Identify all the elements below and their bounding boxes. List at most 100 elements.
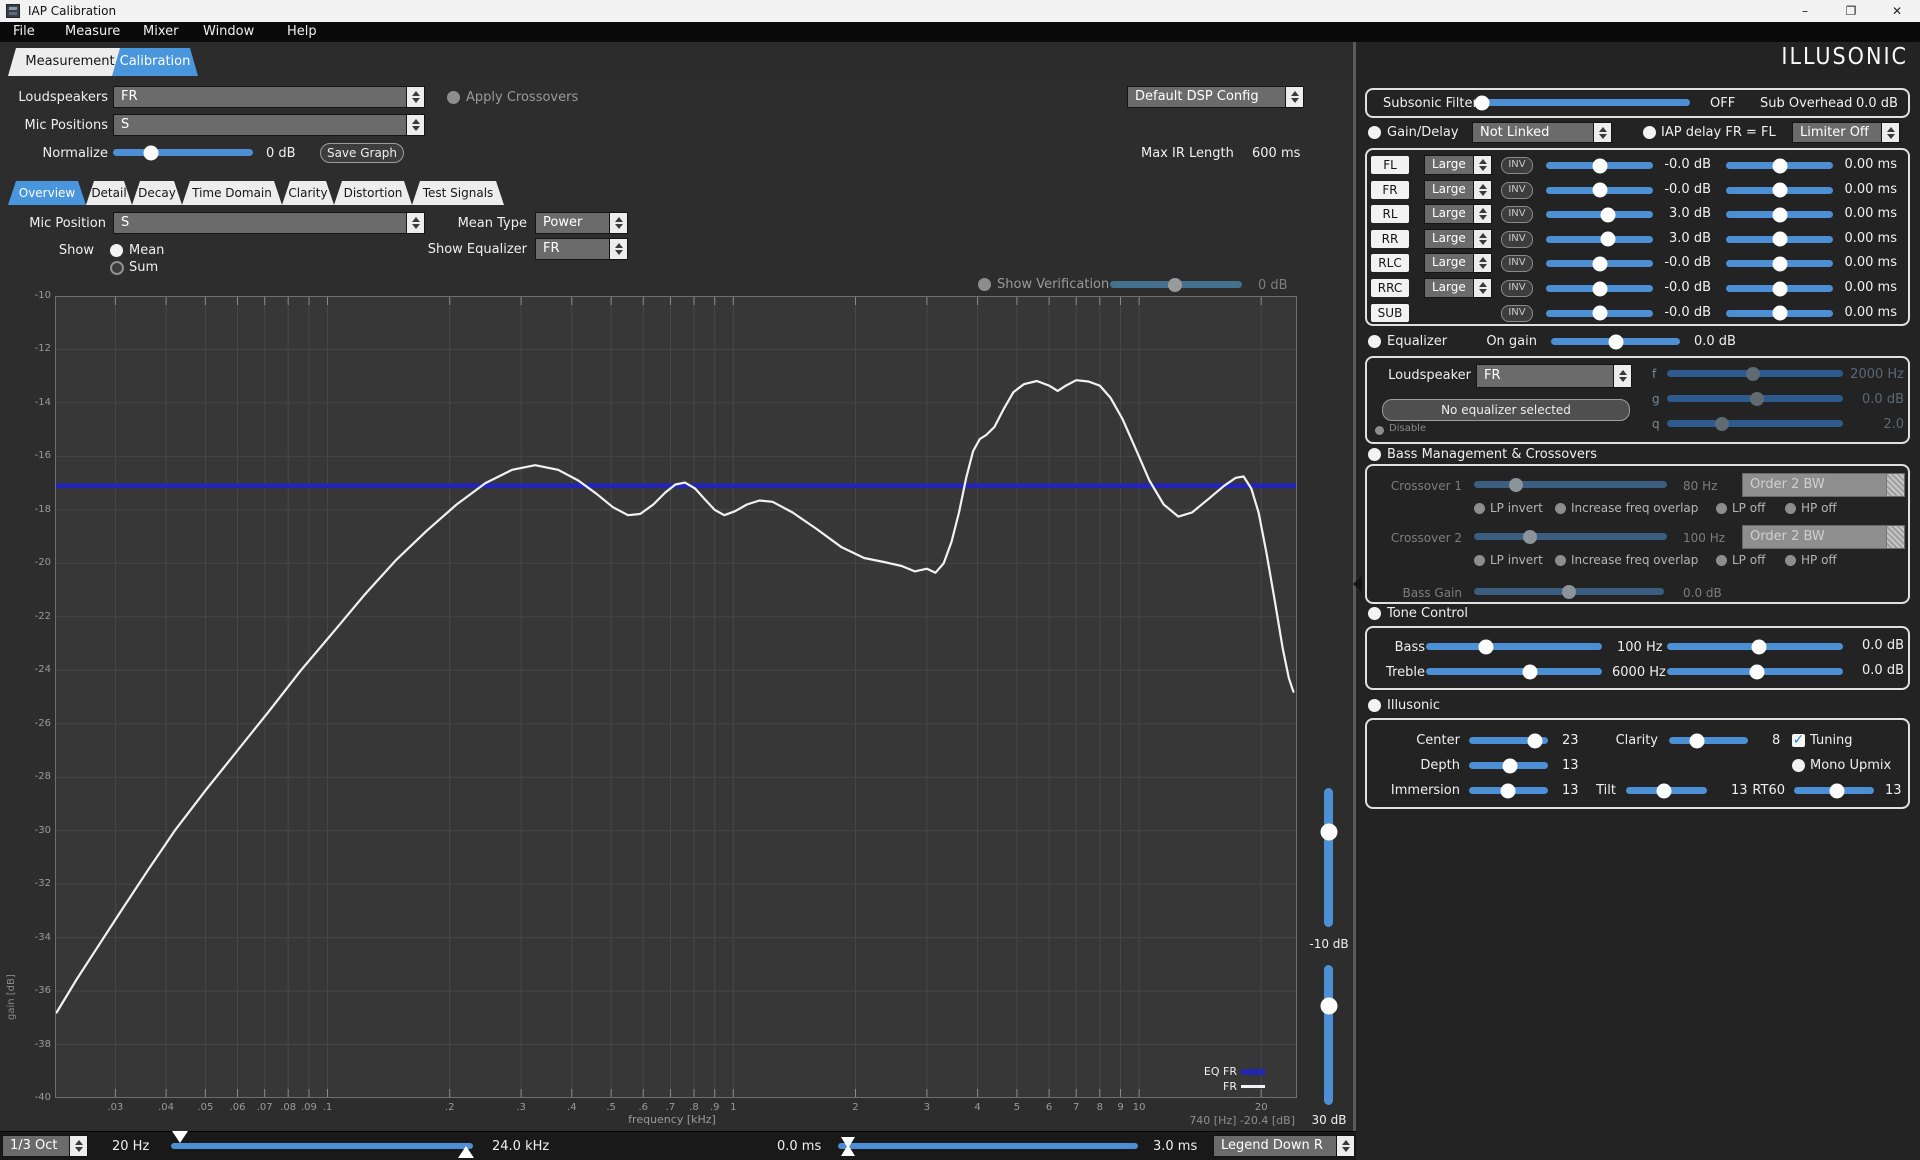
freq-range-min-handle[interactable] [172,1131,188,1143]
bass-gain-slider[interactable] [1474,584,1664,599]
delay-slider[interactable] [1726,231,1833,247]
crossover1-slider[interactable] [1474,477,1667,492]
tilt-slider[interactable] [1626,783,1707,798]
delay-slider[interactable] [1726,207,1833,223]
rt60-slider[interactable] [1794,783,1874,798]
show-mean-radio[interactable] [110,244,123,257]
eq-q-slider[interactable] [1667,416,1843,431]
tab-overview[interactable]: Overview [8,181,86,205]
mic-position-select[interactable]: S [113,212,425,234]
crossover2-slider[interactable] [1474,529,1667,544]
tab-time-domain[interactable]: Time Domain [182,181,282,205]
tone-treble-freq-slider[interactable] [1426,664,1602,679]
freq-range-slider[interactable] [171,1143,473,1149]
tone-bass-freq-slider[interactable] [1426,639,1602,654]
tone-control-radio[interactable] [1368,607,1381,620]
spinner-icon[interactable] [1336,1136,1354,1156]
tab-clarity[interactable]: Clarity [282,181,334,205]
option-radio[interactable] [1785,554,1796,566]
channel-button[interactable]: SUB [1371,303,1409,322]
crossover-option-lp-invert[interactable]: LP invert [1474,553,1543,567]
no-equalizer-button[interactable]: No equalizer selected [1382,399,1630,421]
invert-button[interactable]: INV [1501,157,1533,174]
tab-distortion[interactable]: Distortion [334,181,412,205]
spinner-icon[interactable] [1473,254,1491,273]
spinner-icon[interactable] [1886,474,1904,496]
close-button[interactable]: ✕ [1874,0,1920,22]
zoom-slider-bottom[interactable] [1320,965,1337,1105]
crossover-option-lp-off[interactable]: LP off [1716,501,1765,515]
show-equalizer-select[interactable]: FR [535,238,628,260]
apply-crossovers-radio[interactable] [447,91,460,104]
delay-slider[interactable] [1726,182,1833,198]
save-graph-button[interactable]: Save Graph [320,143,404,163]
on-gain-slider[interactable] [1551,334,1680,349]
loudspeakers-select[interactable]: FR [113,86,425,108]
speaker-size-select[interactable]: Large [1424,228,1492,249]
option-radio[interactable] [1716,554,1727,566]
zoom-slider-top[interactable] [1320,788,1337,927]
gain-slider[interactable] [1546,158,1653,173]
crossover-option-increase-freq-overlap[interactable]: Increase freq overlap [1555,501,1698,515]
spinner-icon[interactable] [1593,123,1611,142]
speaker-size-select[interactable]: Large [1424,204,1492,225]
mean-type-select[interactable]: Power [535,212,628,234]
option-radio[interactable] [1785,502,1796,514]
link-mode-select[interactable]: Not Linked [1472,122,1612,143]
gain-slider[interactable] [1546,207,1653,223]
gain-slider[interactable] [1546,231,1653,247]
time-range-slider[interactable] [838,1143,1138,1149]
gain-slider[interactable] [1546,305,1653,321]
option-radio[interactable] [1716,502,1727,514]
channel-button[interactable]: RLC [1371,254,1409,273]
tuning-checkbox[interactable]: ✓ [1792,733,1805,747]
minimize-button[interactable]: – [1782,0,1828,22]
delay-slider[interactable] [1726,305,1833,321]
spinner-icon[interactable] [1473,156,1491,174]
eq-disable-radio[interactable] [1375,426,1384,435]
crossover-option-hp-off[interactable]: HP off [1785,553,1837,567]
invert-button[interactable]: INV [1501,230,1533,248]
resolution-select[interactable]: 1/3 Oct [2,1135,88,1157]
tab-test-signals[interactable]: Test Signals [412,181,504,205]
gain-slider[interactable] [1546,256,1653,272]
center-slider[interactable] [1469,733,1548,748]
channel-button[interactable]: FL [1371,156,1409,174]
spinner-icon[interactable] [406,87,424,107]
tone-treble-gain-slider[interactable] [1667,664,1843,679]
menu-measure[interactable]: Measure [65,24,120,39]
equalizer-radio[interactable] [1368,335,1381,348]
crossover-option-hp-off[interactable]: HP off [1785,501,1837,515]
menu-mixer[interactable]: Mixer [143,24,178,39]
speaker-size-select[interactable]: Large [1424,155,1492,175]
tab-calibration[interactable]: Calibration [112,48,198,76]
tab-detail[interactable]: Detail [86,181,132,205]
spinner-icon[interactable] [69,1136,87,1156]
speaker-size-select[interactable]: Large [1424,253,1492,274]
clarity-slider[interactable] [1669,733,1748,748]
invert-button[interactable]: INV [1501,304,1533,322]
depth-slider[interactable] [1469,758,1548,773]
dsp-config-select[interactable]: Default DSP Config [1127,86,1304,108]
gain-slider[interactable] [1546,281,1653,296]
option-radio[interactable] [1555,502,1566,514]
crossover-option-lp-off[interactable]: LP off [1716,553,1765,567]
panel-separator[interactable] [1353,42,1356,1160]
spinner-icon[interactable] [1881,123,1899,142]
delay-slider[interactable] [1726,158,1833,173]
menu-help[interactable]: Help [287,24,317,39]
menu-file[interactable]: File [13,24,35,39]
eq-g-slider[interactable] [1667,391,1843,406]
option-radio[interactable] [1474,554,1485,566]
eq-f-slider[interactable] [1667,366,1843,381]
spinner-icon[interactable] [609,213,627,233]
crossover-option-increase-freq-overlap[interactable]: Increase freq overlap [1555,553,1698,567]
eq-loudspeaker-select[interactable]: FR [1476,364,1632,388]
show-sum-radio[interactable] [110,261,124,275]
gain-slider[interactable] [1546,182,1653,198]
spinner-icon[interactable] [1473,205,1491,224]
spinner-icon[interactable] [1613,365,1631,387]
speaker-size-select[interactable]: Large [1424,278,1492,298]
invert-button[interactable]: INV [1501,255,1533,273]
channel-button[interactable]: RL [1371,205,1409,224]
